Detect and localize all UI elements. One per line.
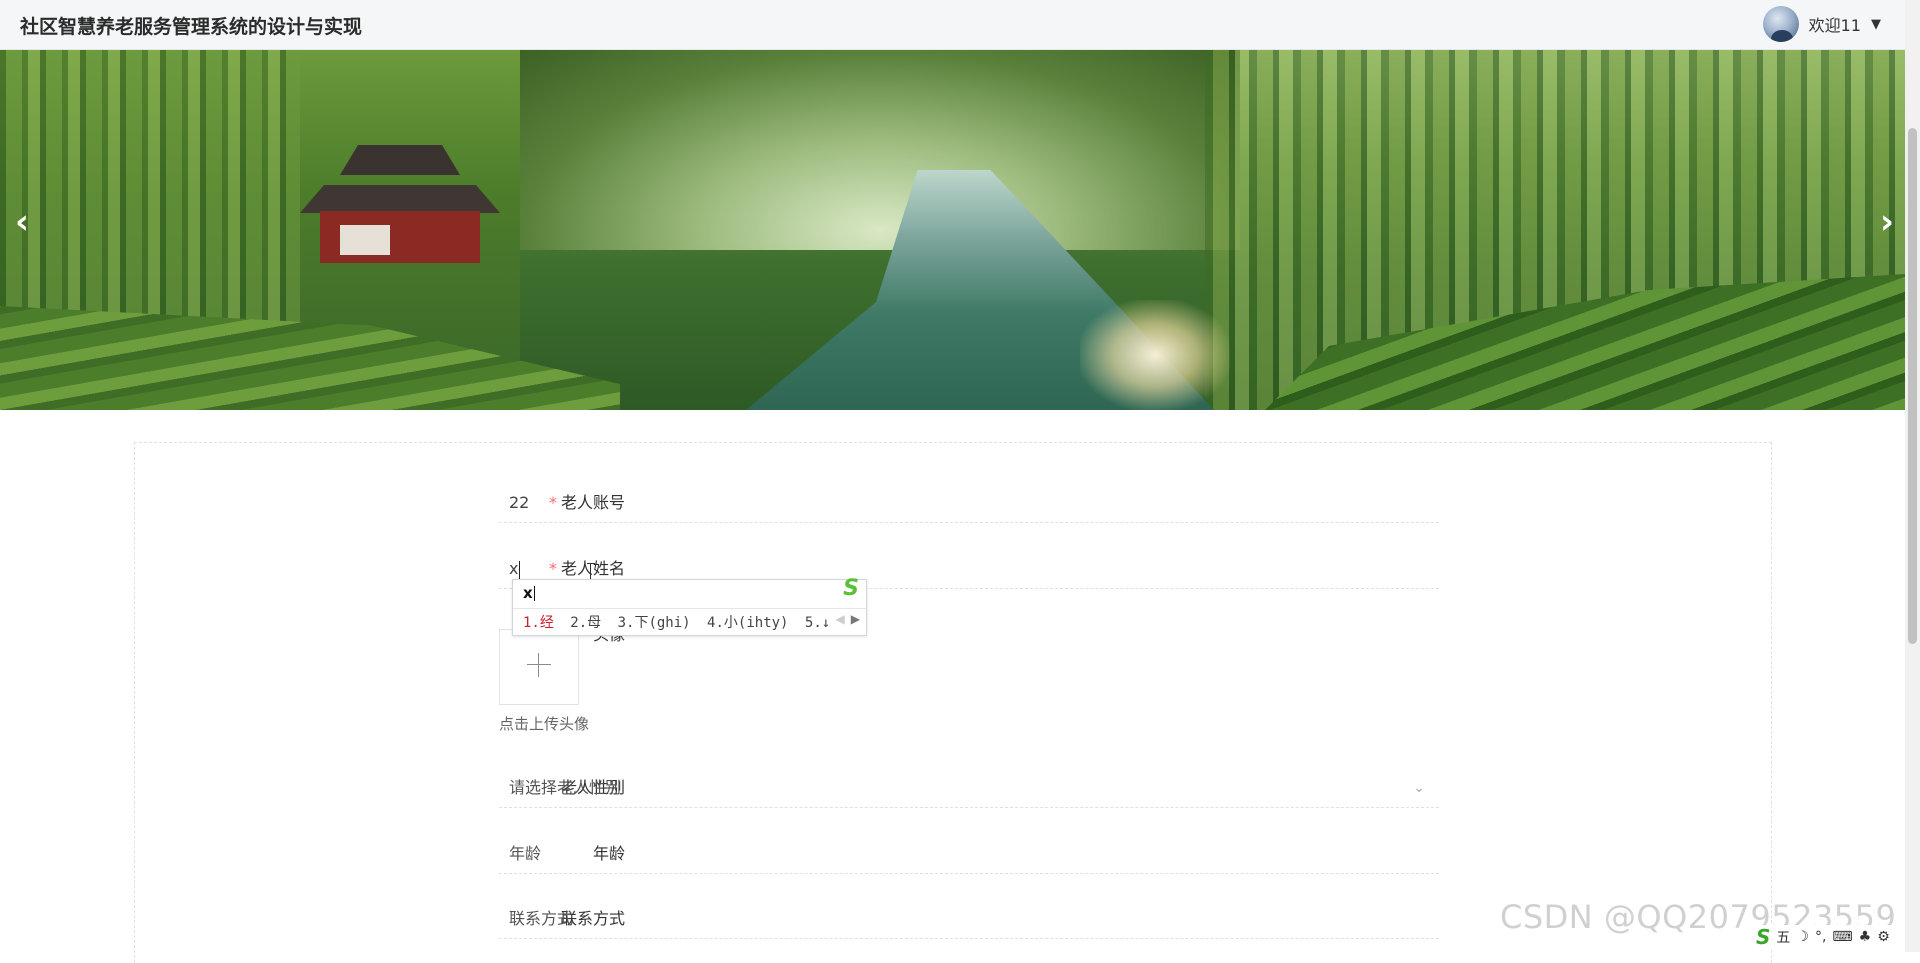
user-menu[interactable]: 欢迎11 ▼ [1762, 6, 1881, 42]
elder-form: *老人账号 22 *老人姓名 x 头像 点击上传头像 老人性别 请选择老人性别 … [134, 442, 1772, 963]
app-title: 社区智慧养老服务管理系统的设计与实现 [20, 16, 363, 38]
triangle-right-icon[interactable]: ▶ [851, 612, 860, 626]
age-input[interactable]: 年龄 [499, 834, 1439, 874]
chevron-left-icon[interactable]: ‹ [2, 200, 42, 244]
avatar[interactable] [1762, 6, 1799, 42]
ime-mode-label[interactable]: 五 [1776, 927, 1790, 947]
ime-candidate-window[interactable]: x S 1.经 2.母 3.下(ghi) 4.小(ihty) 5.↓ ◀ ▶ [512, 576, 867, 636]
avatar-upload-button[interactable] [499, 629, 579, 705]
ime-composition: x [523, 584, 535, 602]
ime-page-nav: ◀ ▶ [836, 612, 860, 626]
page-scrollbar[interactable] [1905, 0, 1920, 952]
plus-icon [527, 653, 551, 677]
chevron-down-icon: ⌄ [1413, 780, 1425, 796]
ime-candidate[interactable]: 1.经 [523, 615, 554, 631]
ime-status-tray[interactable]: S 五 ☽ °, ⌨ ♣ ⚙ [1752, 925, 1894, 949]
sogou-logo-icon: S [843, 576, 859, 601]
banner-carousel: ‹ › [0, 50, 1905, 410]
banner-image-layer [520, 50, 1240, 250]
sogou-tray-icon[interactable]: S [1756, 925, 1770, 949]
moon-icon[interactable]: ☽ [1796, 929, 1809, 945]
account-input[interactable]: 22 [499, 483, 1439, 523]
triangle-left-icon[interactable]: ◀ [836, 612, 845, 626]
form-row-name: * 老人姓名 x [135, 549, 1771, 609]
avatar-upload-hint: 点击上传头像 [499, 715, 590, 733]
pavilion-illustration [300, 145, 520, 265]
text-cursor [519, 560, 521, 579]
form-row-account: * 老人账号 22 [135, 483, 1771, 543]
contact-input[interactable]: 联系方式 [499, 899, 1439, 939]
gender-select[interactable]: 请选择老人性别 ⌄ [499, 768, 1439, 808]
ime-candidate[interactable]: 3.下(ghi) [618, 615, 691, 631]
top-header: 社区智慧养老服务管理系统的设计与实现 欢迎11 ▼ [0, 0, 1905, 50]
skin-icon[interactable]: ♣ [1859, 929, 1872, 945]
scrollbar-thumb[interactable] [1908, 128, 1917, 644]
ime-candidate-list: 1.经 2.母 3.下(ghi) 4.小(ihty) 5.↓ [523, 612, 838, 632]
punctuation-icon[interactable]: °, [1815, 929, 1826, 945]
ime-candidate[interactable]: 5.↓ [805, 615, 830, 631]
keyboard-icon[interactable]: ⌨ [1832, 929, 1852, 945]
form-row-age: 年龄 年龄 [135, 834, 1771, 894]
caret-down-icon[interactable]: ▼ [1871, 17, 1881, 32]
form-row-gender: 老人性别 请选择老人性别 ⌄ [135, 768, 1771, 828]
ime-candidate[interactable]: 2.母 [570, 615, 601, 631]
ime-divider [513, 608, 866, 609]
welcome-text[interactable]: 欢迎11 [1809, 12, 1861, 36]
ime-candidate[interactable]: 4.小(ihty) [707, 615, 788, 631]
chevron-right-icon[interactable]: › [1867, 200, 1905, 244]
settings-icon[interactable]: ⚙ [1877, 929, 1890, 945]
banner-image-layer [1080, 300, 1230, 410]
